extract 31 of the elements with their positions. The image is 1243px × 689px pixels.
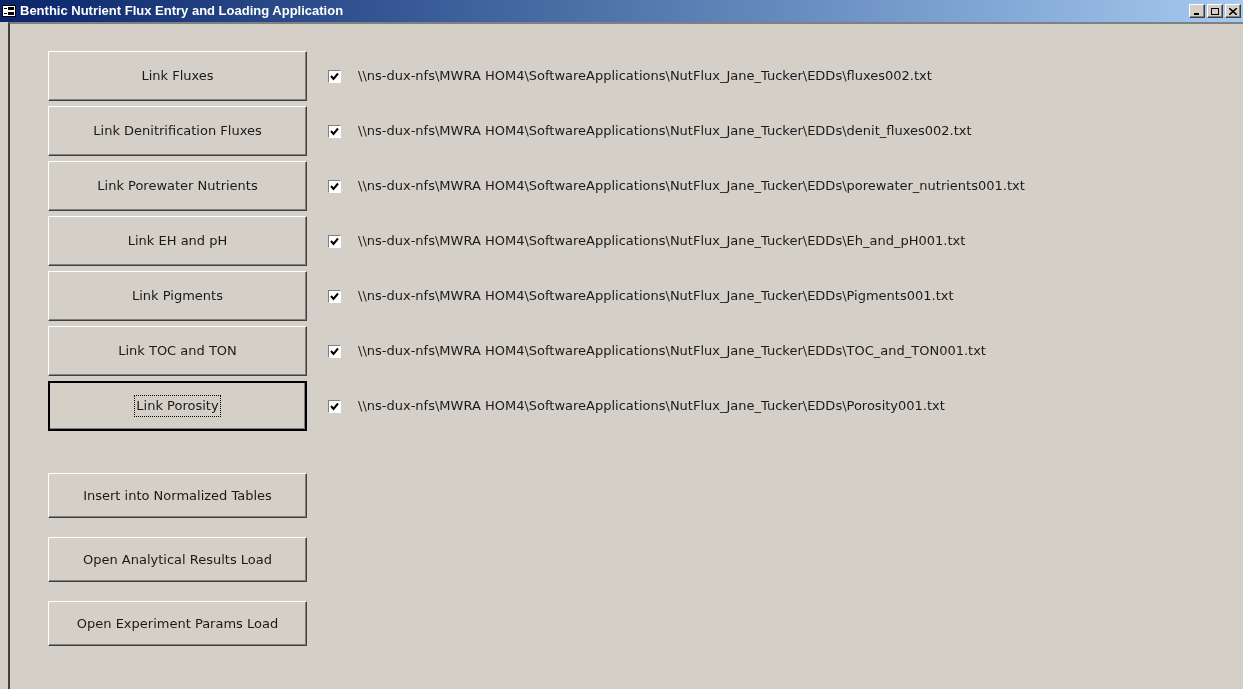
checkbox[interactable] bbox=[328, 179, 341, 193]
action-button[interactable]: Insert into Normalized Tables bbox=[48, 473, 307, 518]
checkbox[interactable] bbox=[328, 344, 341, 358]
maximize-icon bbox=[1211, 7, 1219, 15]
action-button[interactable]: Open Analytical Results Load bbox=[48, 537, 307, 582]
file-path: \\ns-dux-nfs\MWRA HOM4\SoftwareApplications\NutFlux_Jane_Tucker\EDDs\TOC_and_TON001.txt bbox=[358, 342, 986, 361]
checkbox[interactable] bbox=[328, 234, 341, 248]
action-button[interactable]: Open Experiment Params Load bbox=[48, 601, 307, 646]
link-button[interactable]: Link Pigments bbox=[48, 271, 307, 321]
link-button[interactable]: Link Porosity bbox=[48, 381, 307, 431]
file-path: \\ns-dux-nfs\MWRA HOM4\SoftwareApplications\NutFlux_Jane_Tucker\EDDs\porewater_nutrients001.txt bbox=[358, 177, 1025, 196]
file-path: \\ns-dux-nfs\MWRA HOM4\SoftwareApplications\NutFlux_Jane_Tucker\EDDs\Pigments001.txt bbox=[358, 287, 954, 306]
link-button[interactable]: Link TOC and TON bbox=[48, 326, 307, 376]
close-button[interactable] bbox=[1225, 4, 1241, 18]
window-title: Benthic Nutrient Flux Entry and Loading Application bbox=[20, 2, 344, 21]
link-button[interactable]: Link Fluxes bbox=[48, 51, 307, 101]
file-path: \\ns-dux-nfs\MWRA HOM4\SoftwareApplications\NutFlux_Jane_Tucker\EDDs\fluxes002.txt bbox=[358, 67, 932, 86]
checkbox[interactable] bbox=[328, 399, 341, 413]
checkbox[interactable] bbox=[328, 69, 341, 83]
file-path: \\ns-dux-nfs\MWRA HOM4\SoftwareApplications\NutFlux_Jane_Tucker\EDDs\denit_fluxes002.txt bbox=[358, 122, 972, 141]
close-icon bbox=[1229, 7, 1237, 15]
checkbox[interactable] bbox=[328, 124, 341, 138]
file-path: \\ns-dux-nfs\MWRA HOM4\SoftwareApplications\NutFlux_Jane_Tucker\EDDs\Porosity001.txt bbox=[358, 397, 945, 416]
link-button[interactable]: Link Denitrification Fluxes bbox=[48, 106, 307, 156]
checkbox[interactable] bbox=[328, 289, 341, 303]
link-button[interactable]: Link EH and pH bbox=[48, 216, 307, 266]
minimize-button[interactable] bbox=[1189, 4, 1205, 18]
file-path: \\ns-dux-nfs\MWRA HOM4\SoftwareApplications\NutFlux_Jane_Tucker\EDDs\Eh_and_pH001.txt bbox=[358, 232, 966, 251]
maximize-button[interactable] bbox=[1207, 4, 1223, 18]
form-icon bbox=[2, 5, 16, 17]
link-button[interactable]: Link Porewater Nutrients bbox=[48, 161, 307, 211]
